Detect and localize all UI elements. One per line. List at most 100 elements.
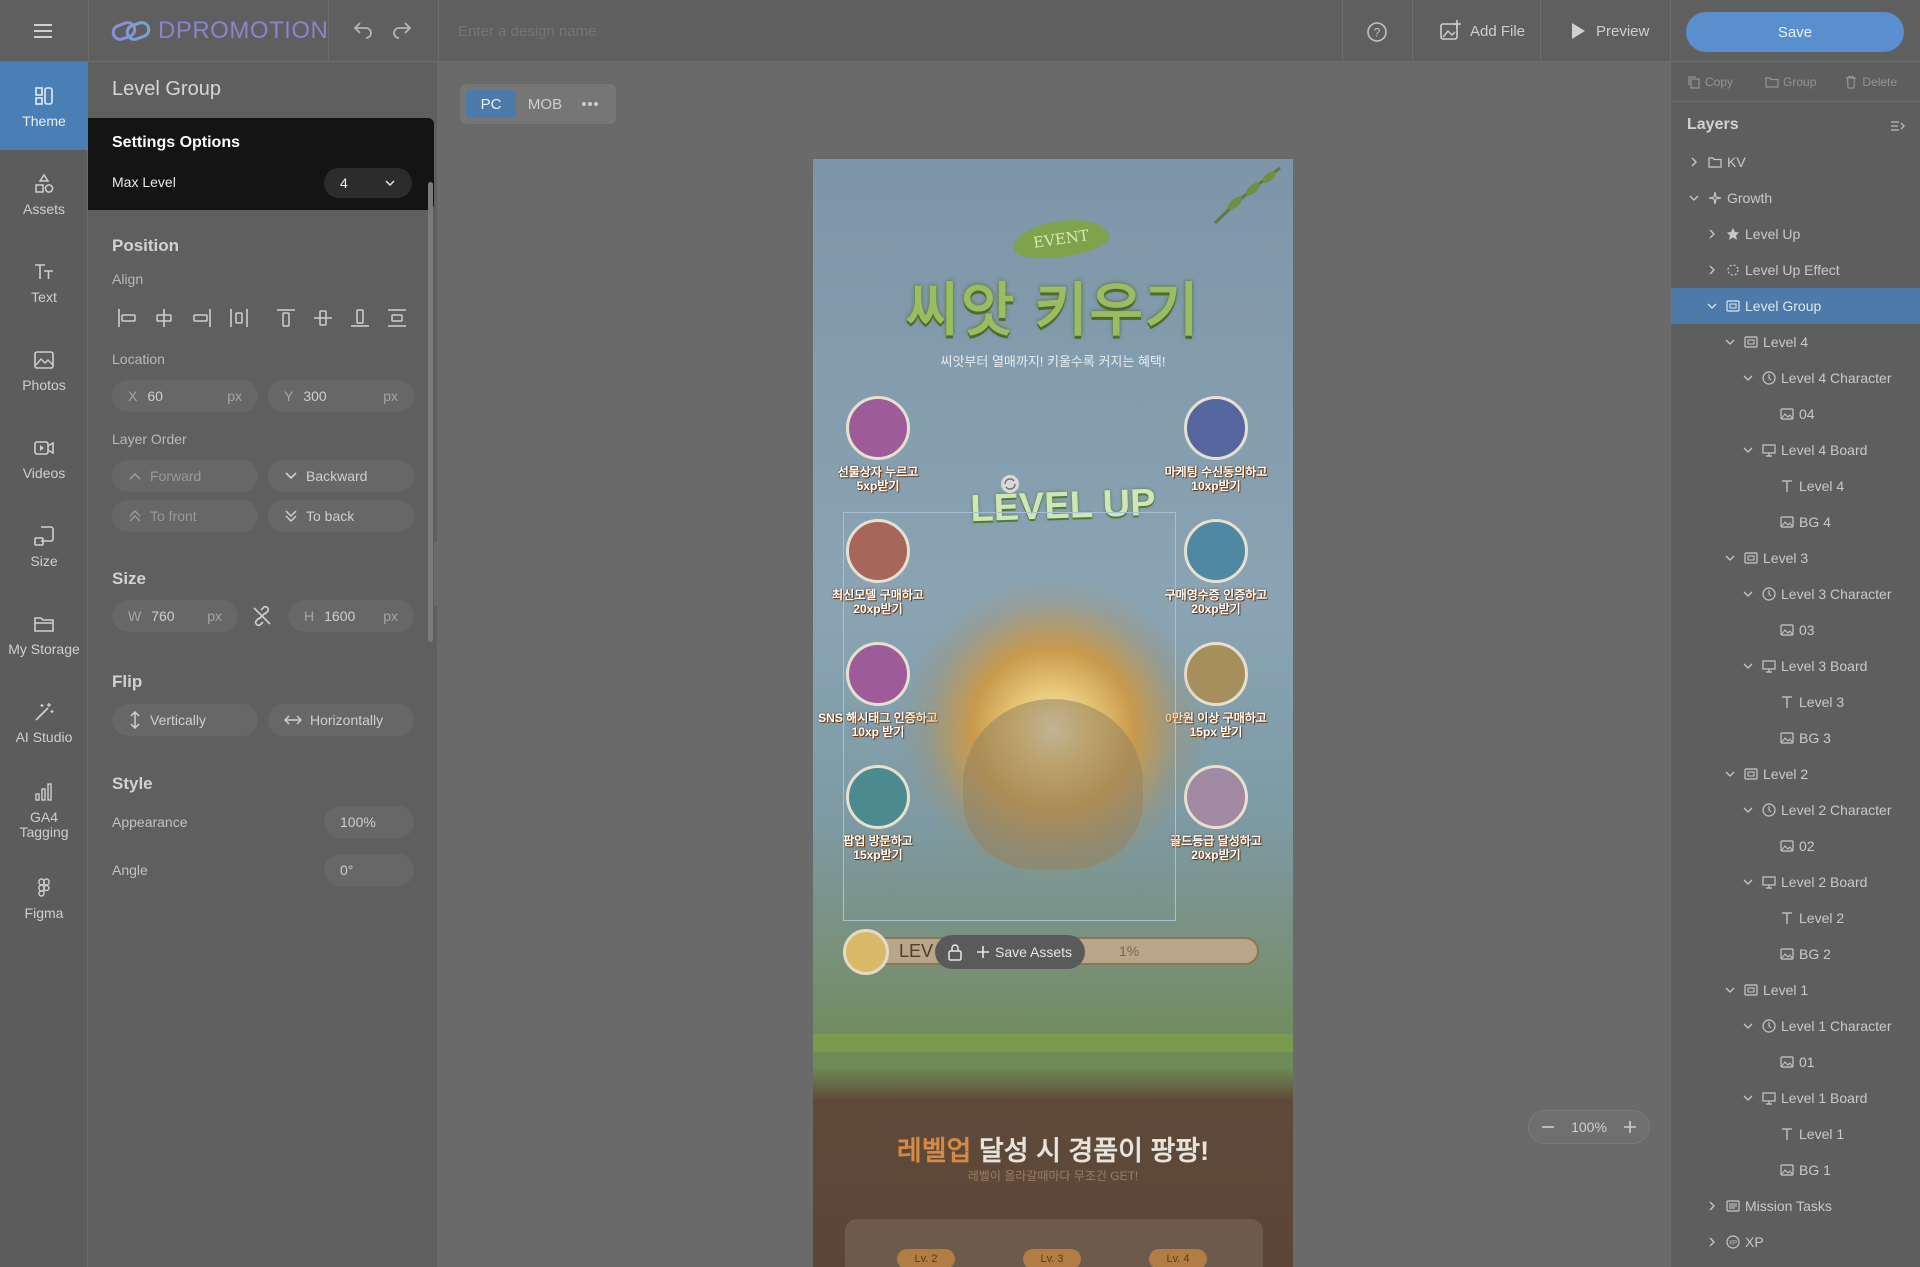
- align-center-vertical-icon[interactable]: [311, 306, 335, 330]
- to-front-button[interactable]: To front: [112, 500, 258, 532]
- design-name-input[interactable]: [458, 16, 958, 46]
- tab-mob[interactable]: MOB: [520, 90, 570, 118]
- more-options-icon[interactable]: [578, 94, 602, 114]
- tab-pc[interactable]: PC: [466, 90, 516, 118]
- layer-row-level-2[interactable]: Level 2: [1671, 900, 1920, 936]
- group-button[interactable]: Group: [1765, 75, 1816, 89]
- appearance-input[interactable]: 100%: [324, 806, 414, 838]
- backward-button[interactable]: Backward: [268, 460, 414, 492]
- layer-row-04[interactable]: 04: [1671, 396, 1920, 432]
- nav-figma[interactable]: Figma: [0, 854, 88, 942]
- delete-button[interactable]: Delete: [1844, 75, 1897, 89]
- zoom-in-icon[interactable]: [1623, 1120, 1637, 1134]
- caret-down-icon[interactable]: [1741, 661, 1755, 671]
- align-center-horizontal-icon[interactable]: [152, 306, 176, 330]
- nav-photos[interactable]: Photos: [0, 326, 88, 414]
- layer-row-bg-3[interactable]: BG 3: [1671, 720, 1920, 756]
- align-top-icon[interactable]: [274, 306, 298, 330]
- width-input[interactable]: W 760 px: [112, 600, 238, 632]
- nav-ga4-tagging[interactable]: GA4 Tagging: [0, 766, 88, 854]
- layer-row-level-4[interactable]: Level 4: [1671, 324, 1920, 360]
- nav-videos[interactable]: Videos: [0, 414, 88, 502]
- layer-row-kv[interactable]: KV: [1671, 144, 1920, 180]
- distribute-horizontal-icon[interactable]: [227, 306, 251, 330]
- layer-row-level-up-effect[interactable]: Level Up Effect: [1671, 252, 1920, 288]
- x-position-input[interactable]: X 60 px: [112, 380, 258, 412]
- forward-button[interactable]: Forward: [112, 460, 258, 492]
- logo[interactable]: DPROMOTION: [110, 16, 328, 46]
- layer-row-level-1[interactable]: Level 1: [1671, 972, 1920, 1008]
- nav-ai-studio[interactable]: AI Studio: [0, 678, 88, 766]
- layer-row-level-1-character[interactable]: Level 1 Character: [1671, 1008, 1920, 1044]
- add-file-button[interactable]: Add File: [1438, 0, 1525, 62]
- unlink-aspect-ratio-icon[interactable]: [251, 605, 273, 627]
- nav-my-storage[interactable]: My Storage: [0, 590, 88, 678]
- caret-down-icon[interactable]: [1723, 553, 1737, 563]
- layer-row-level-1[interactable]: Level 1: [1671, 1116, 1920, 1152]
- flip-horizontally-button[interactable]: Horizontally: [268, 704, 414, 736]
- layer-row-level-4-board[interactable]: Level 4 Board: [1671, 432, 1920, 468]
- layer-row-level-2[interactable]: Level 2: [1671, 756, 1920, 792]
- align-bottom-icon[interactable]: [348, 306, 372, 330]
- layer-row-level-3[interactable]: Level 3: [1671, 540, 1920, 576]
- caret-down-icon[interactable]: [1741, 1021, 1755, 1031]
- lock-icon[interactable]: [945, 942, 965, 962]
- caret-right-icon[interactable]: [1705, 1237, 1719, 1247]
- layer-row-bg-1[interactable]: BG 1: [1671, 1152, 1920, 1188]
- help-icon[interactable]: ?: [1365, 20, 1389, 44]
- layer-row-level-1-board[interactable]: Level 1 Board: [1671, 1080, 1920, 1116]
- layer-row-level-2-character[interactable]: Level 2 Character: [1671, 792, 1920, 828]
- flip-vertically-button[interactable]: Vertically: [112, 704, 258, 736]
- layer-row-03[interactable]: 03: [1671, 612, 1920, 648]
- preview-button[interactable]: Preview: [1568, 0, 1649, 62]
- nav-size[interactable]: Size: [0, 502, 88, 590]
- layer-row-level-up[interactable]: Level Up: [1671, 216, 1920, 252]
- nav-theme[interactable]: Theme: [0, 62, 88, 150]
- caret-down-icon[interactable]: [1687, 193, 1701, 203]
- layer-row-level-3[interactable]: Level 3: [1671, 684, 1920, 720]
- layer-row-level-2-board[interactable]: Level 2 Board: [1671, 864, 1920, 900]
- caret-down-icon[interactable]: [1723, 985, 1737, 995]
- zoom-out-icon[interactable]: [1541, 1120, 1555, 1134]
- caret-down-icon[interactable]: [1723, 769, 1737, 779]
- rotate-handle-icon[interactable]: [999, 473, 1021, 495]
- panel-scrollbar[interactable]: [428, 182, 433, 642]
- caret-down-icon[interactable]: [1741, 805, 1755, 815]
- caret-down-icon[interactable]: [1741, 373, 1755, 383]
- layer-row-level-3-character[interactable]: Level 3 Character: [1671, 576, 1920, 612]
- max-level-select[interactable]: 4: [324, 168, 412, 198]
- layer-row-bg-2[interactable]: BG 2: [1671, 936, 1920, 972]
- design-artboard[interactable]: EVENT 씨앗 키우기 씨앗부터 열매까지! 키울수록 커지는 혜택! 선물상…: [813, 159, 1293, 1267]
- save-assets-button[interactable]: Save Assets: [975, 944, 1072, 960]
- copy-button[interactable]: Copy: [1687, 75, 1733, 89]
- layer-row-01[interactable]: 01: [1671, 1044, 1920, 1080]
- layer-row-level-group[interactable]: Level Group: [1671, 288, 1920, 324]
- caret-right-icon[interactable]: [1705, 265, 1719, 275]
- caret-down-icon[interactable]: [1741, 1093, 1755, 1103]
- caret-down-icon[interactable]: [1723, 337, 1737, 347]
- layer-row-level-4-character[interactable]: Level 4 Character: [1671, 360, 1920, 396]
- align-left-icon[interactable]: [115, 306, 139, 330]
- angle-input[interactable]: 0°: [324, 854, 414, 886]
- caret-down-icon[interactable]: [1741, 877, 1755, 887]
- layer-row-level-3-board[interactable]: Level 3 Board: [1671, 648, 1920, 684]
- caret-right-icon[interactable]: [1687, 157, 1701, 167]
- distribute-vertical-icon[interactable]: [385, 306, 409, 330]
- layer-row-02[interactable]: 02: [1671, 828, 1920, 864]
- undo-icon[interactable]: [351, 19, 375, 43]
- redo-icon[interactable]: [390, 19, 414, 43]
- layer-row-bg-4[interactable]: BG 4: [1671, 504, 1920, 540]
- nav-text[interactable]: Text: [0, 238, 88, 326]
- caret-down-icon[interactable]: [1741, 445, 1755, 455]
- collapse-all-icon[interactable]: [1889, 118, 1905, 134]
- layer-row-xp[interactable]: XP XP: [1671, 1224, 1920, 1260]
- selection-box[interactable]: [843, 512, 1176, 921]
- align-right-icon[interactable]: [190, 306, 214, 330]
- layer-row-level-4[interactable]: Level 4: [1671, 468, 1920, 504]
- layer-row-mission-tasks[interactable]: Mission Tasks: [1671, 1188, 1920, 1224]
- caret-right-icon[interactable]: [1705, 1201, 1719, 1211]
- save-button[interactable]: Save: [1686, 12, 1904, 52]
- to-back-button[interactable]: To back: [268, 500, 414, 532]
- menu-icon[interactable]: [30, 19, 58, 43]
- layer-row-growth[interactable]: Growth: [1671, 180, 1920, 216]
